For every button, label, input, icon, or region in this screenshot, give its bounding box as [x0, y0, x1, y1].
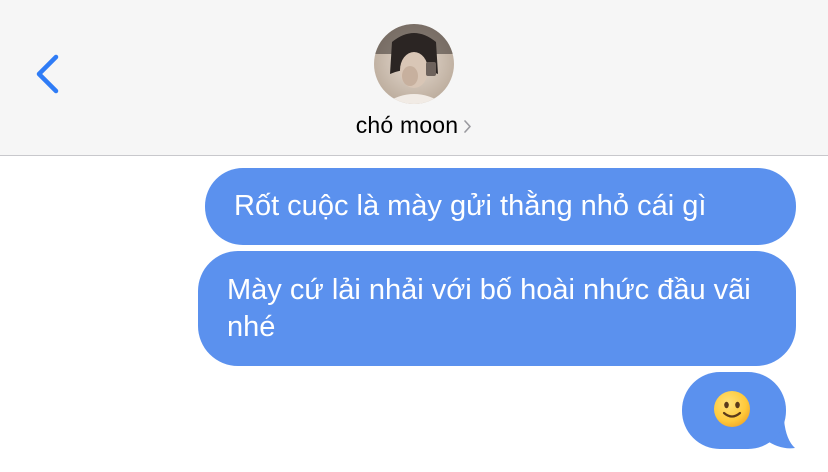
- avatar-photo: [374, 24, 454, 104]
- slightly-smiling-face-icon: [714, 391, 750, 427]
- sent-message-bubble[interactable]: Mày cứ lải nhải với bố hoài nhức đầu vãi…: [198, 251, 796, 366]
- chevron-right-icon: [464, 119, 472, 133]
- contact-name: chó moon: [355, 111, 459, 138]
- chevron-left-icon: [36, 54, 59, 94]
- message-text: Mày cứ lải nhải với bố hoài nhức đầu vãi…: [227, 274, 751, 343]
- conversation-screen: chó moon Rốt cuộc là mày gửi thằng nhỏ c…: [0, 0, 828, 472]
- avatar[interactable]: [374, 24, 454, 104]
- message-text: Rốt cuộc là mày gửi thằng nhỏ cái gì: [234, 190, 707, 222]
- contact-name-button[interactable]: chó moon: [0, 110, 828, 140]
- sent-message-bubble[interactable]: Rốt cuộc là mày gửi thằng nhỏ cái gì: [205, 168, 796, 245]
- conversation-header: chó moon: [0, 0, 828, 156]
- back-button[interactable]: [26, 48, 70, 98]
